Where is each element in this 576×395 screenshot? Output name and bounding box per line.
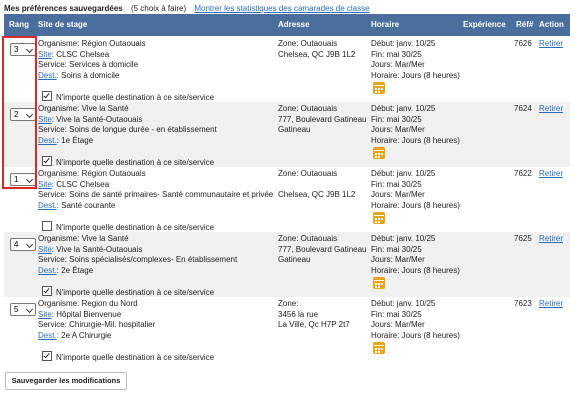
service-text: Service: Services à domicile <box>38 60 139 70</box>
address-cell: Zone: Outaouais Chelsea, QC J9B 1L2 <box>278 169 356 200</box>
rank-select[interactable]: 5 <box>10 303 36 316</box>
schedule-cell: Début: janv. 10/25 Fin: mai 30/25 Jours: M… <box>371 39 460 81</box>
table-row: 4 Organisme: Vive la Santé Site: Vive la… <box>4 232 570 297</box>
checkbox-checked[interactable] <box>42 351 52 361</box>
site-link[interactable]: Site <box>38 245 52 254</box>
organisme-text: Organisme: Région Outaouais <box>38 39 146 48</box>
site-value: : CLSC Chelsea <box>51 49 110 59</box>
remove-link[interactable]: Retirer <box>539 299 563 310</box>
rank-highlight-frame <box>2 36 37 189</box>
address-cell: Zone: 3456 la rue La Ville, Qc H7P 2t7 <box>278 299 350 330</box>
remove-link[interactable]: Retirer <box>539 234 563 245</box>
reference-number: 7624 <box>514 104 532 113</box>
organisme-text: Organisme: Vive la Santé <box>38 234 129 243</box>
any-destination-checkbox[interactable]: N'importe quelle destination à ce site/s… <box>42 221 214 232</box>
service-text: Service: Soins spécialisés/complexes- En… <box>38 255 238 265</box>
remove-link[interactable]: Retirer <box>539 104 563 115</box>
calendar-icon[interactable] <box>373 82 385 94</box>
col-site: Site de stage <box>38 20 88 29</box>
col-action: Action <box>539 20 564 29</box>
site-value: : CLSC Chelsea <box>51 179 110 189</box>
col-ref: Réf# <box>516 20 534 29</box>
checkbox-checked[interactable] <box>42 91 52 101</box>
chevron-down-icon <box>25 240 34 249</box>
dest-value: : Soins à domicile <box>56 71 120 81</box>
schedule-cell: Début: janv. 10/25 Fin: mai 30/25 Jours: M… <box>371 234 460 276</box>
calendar-icon[interactable] <box>373 342 385 354</box>
dest-value: : Santé courante <box>56 201 116 211</box>
table-row: 2 Organisme: Vive la Santé Site: Vive la… <box>4 102 570 167</box>
address-cell: Zone: Outaouais 777, Boulevard Gatineau Ga… <box>278 234 367 265</box>
service-text: Service: Soins de longue durée - en étab… <box>38 125 217 135</box>
save-changes-button[interactable]: Sauvegarder les modifications <box>5 372 127 390</box>
col-rank: Rang <box>9 20 29 29</box>
table-row: 3 Organisme: Région Outaouais Site: CLSC… <box>4 37 570 102</box>
checkbox-checked[interactable] <box>42 156 52 166</box>
organisme-text: Organisme: Vive la Santé <box>38 104 129 113</box>
site-details: Organisme: Region du Nord Site: Hôpital … <box>38 299 155 342</box>
site-link[interactable]: Site <box>38 50 52 59</box>
site-link[interactable]: Site <box>38 115 52 124</box>
site-value: : Vive la Santé-Outaouais <box>51 114 143 124</box>
table-header: Rang Site de stage Adresse Horaire Expér… <box>4 14 570 36</box>
dest-link[interactable]: Dest. <box>38 331 57 340</box>
site-link[interactable]: Site <box>38 310 52 319</box>
table-row: 5 Organisme: Region du Nord Site: Hôpita… <box>4 297 570 362</box>
service-text: Service: Chirurgie-Mil. hospitalier <box>38 320 156 330</box>
col-address: Adresse <box>278 20 310 29</box>
organisme-text: Organisme: Région Outaouais <box>38 169 146 178</box>
calendar-icon[interactable] <box>373 212 385 224</box>
reference-number: 7622 <box>514 169 532 178</box>
site-link[interactable]: Site <box>38 180 52 189</box>
section-title: Mes préférences sauvegardées <box>4 4 123 13</box>
col-experience: Expérience <box>463 20 506 29</box>
site-details: Organisme: Région Outaouais Site: CLSC C… <box>38 39 146 82</box>
calendar-icon[interactable] <box>373 147 385 159</box>
service-text: Service: Soins de santé primaires- Santé… <box>38 190 274 200</box>
any-destination-checkbox[interactable]: N'importe quelle destination à ce site/s… <box>42 156 214 167</box>
checkbox-checked[interactable] <box>42 286 52 296</box>
site-value: : Hôpital Bienvenue <box>51 309 122 319</box>
remove-link[interactable]: Retirer <box>539 169 563 180</box>
dest-link[interactable]: Dest. <box>38 201 57 210</box>
remove-link[interactable]: Retirer <box>539 39 563 50</box>
reference-number: 7625 <box>514 234 532 243</box>
site-details: Organisme: Vive la Santé Site: Vive la S… <box>38 104 217 147</box>
dest-link[interactable]: Dest. <box>38 136 57 145</box>
dest-link[interactable]: Dest. <box>38 266 57 275</box>
reference-number: 7623 <box>514 299 532 308</box>
col-schedule: Horaire <box>371 20 400 29</box>
rank-select[interactable]: 4 <box>10 238 36 251</box>
dest-value: : 2e Étage <box>56 266 94 276</box>
address-cell: Zone: Outaouais Chelsea, QC J9B 1L2 <box>278 39 356 59</box>
schedule-cell: Début: janv. 10/25 Fin: mai 30/25 Jours: M… <box>371 104 460 146</box>
reference-number: 7626 <box>514 39 532 48</box>
address-cell: Zone: Outaouais 777, Boulevard Gatineau Ga… <box>278 104 367 135</box>
chevron-down-icon <box>25 305 34 314</box>
any-destination-checkbox[interactable]: N'importe quelle destination à ce site/s… <box>42 351 214 362</box>
table-row: 1 Organisme: Région Outaouais Site: CLSC… <box>4 167 570 232</box>
calendar-icon[interactable] <box>373 277 385 289</box>
dest-link[interactable]: Dest. <box>38 71 57 80</box>
dest-value: : 1e Étage <box>56 136 94 146</box>
schedule-cell: Début: janv. 10/25 Fin: mai 30/25 Jours: M… <box>371 169 460 211</box>
dest-value: : 2e A Chirurgie <box>56 331 112 341</box>
classmates-stats-link[interactable]: Montrer les statistiques des camarades d… <box>194 4 369 13</box>
any-destination-checkbox[interactable]: N'importe quelle destination à ce site/s… <box>42 91 214 102</box>
choices-count: (5 choix à faire) <box>130 4 187 13</box>
site-details: Organisme: Région Outaouais Site: CLSC C… <box>38 169 273 212</box>
site-details: Organisme: Vive la Santé Site: Vive la S… <box>38 234 237 277</box>
schedule-cell: Début: janv. 10/25 Fin: mai 30/25 Jours: M… <box>371 299 460 341</box>
organisme-text: Organisme: Region du Nord <box>38 299 138 308</box>
any-destination-checkbox[interactable]: N'importe quelle destination à ce site/s… <box>42 286 214 297</box>
site-value: : Vive la Santé-Outaouais <box>51 244 143 254</box>
checkbox-unchecked[interactable] <box>42 221 52 231</box>
